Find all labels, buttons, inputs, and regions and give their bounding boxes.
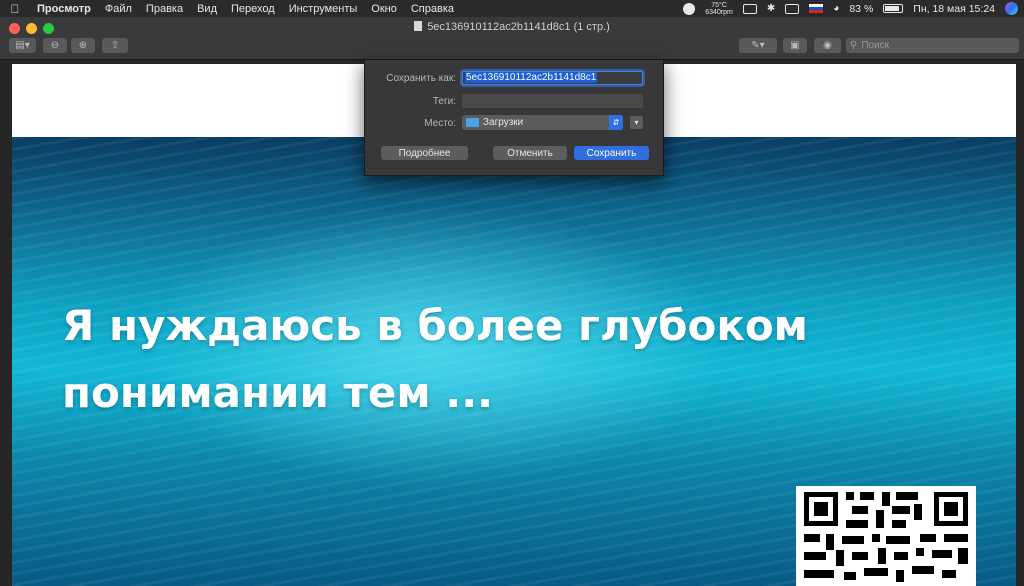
markup-pen-icon: ✎▾ bbox=[751, 40, 765, 51]
slide-heading-line-1: Я нуждаюсь в более глубоком bbox=[62, 301, 809, 350]
sidebar-icon: ▤▾ bbox=[15, 40, 30, 51]
battery-percent[interactable]: 83 % bbox=[849, 3, 873, 15]
location-select[interactable]: Загрузки ⇵ bbox=[462, 115, 623, 130]
menu-help[interactable]: Справка bbox=[404, 3, 461, 15]
chevron-down-icon: ▾ bbox=[634, 118, 639, 127]
menu-window[interactable]: Окно bbox=[364, 3, 404, 15]
menu-edit[interactable]: Правка bbox=[139, 3, 190, 15]
folder-icon bbox=[466, 118, 479, 127]
temperature-text: 75°C bbox=[711, 1, 727, 9]
expand-dialog-button[interactable]: ▾ bbox=[630, 116, 643, 129]
sensor-readout[interactable]: 75°C 6340rpm bbox=[705, 2, 733, 16]
input-source-flag-icon[interactable] bbox=[809, 3, 824, 14]
clock[interactable]: Пн, 18 мая 15:24 bbox=[913, 3, 995, 15]
share-button[interactable]: ⇧ bbox=[102, 38, 128, 53]
menu-view[interactable]: Вид bbox=[190, 3, 224, 15]
tags-input[interactable] bbox=[462, 94, 643, 108]
siri-icon[interactable] bbox=[1005, 2, 1018, 15]
share-icon: ⇧ bbox=[110, 40, 120, 51]
search-icon: ⚲ bbox=[850, 40, 858, 51]
status-area: 75°C 6340rpm ✱ ◕ 83 % Пн, 18 мая 15:24 bbox=[683, 0, 1018, 17]
location-label: Место: bbox=[424, 118, 456, 129]
wifi-icon[interactable]: ◕ bbox=[833, 3, 839, 14]
toolbox-icon: ▣ bbox=[790, 40, 800, 51]
markup-button[interactable]: ✎▾ bbox=[739, 38, 777, 53]
search-placeholder: Поиск bbox=[861, 40, 890, 51]
window-toolbar: 5ec136910112ac2b1141d8c1 (1 стр.) ▤▾ ⊖ ⊕… bbox=[0, 17, 1024, 60]
fan-speed-text: 6340rpm bbox=[705, 8, 733, 16]
battery-icon[interactable] bbox=[883, 4, 904, 13]
bluetooth-icon[interactable]: ✱ bbox=[767, 3, 775, 14]
tags-label: Теги: bbox=[432, 96, 456, 107]
details-button[interactable]: Подробнее bbox=[381, 146, 468, 160]
save-dialog: Сохранить как: 5ec136910112ac2b1141d8c1 … bbox=[364, 60, 664, 176]
location-value: Загрузки bbox=[483, 117, 524, 128]
window-title-text: 5ec136910112ac2b1141d8c1 (1 стр.) bbox=[427, 21, 610, 33]
save-button[interactable]: Сохранить bbox=[574, 146, 649, 160]
toolbox-button[interactable]: ▣ bbox=[783, 38, 807, 53]
save-as-input[interactable]: 5ec136910112ac2b1141d8c1 bbox=[462, 71, 643, 85]
annotate-button[interactable]: ◉ bbox=[814, 38, 841, 53]
qr-code-icon bbox=[796, 486, 976, 586]
slide-heading: Я нуждаюсь в более глубоком понимании те… bbox=[62, 292, 882, 426]
slide-heading-line-2: понимании тем ... bbox=[62, 368, 494, 417]
status-app-icon[interactable] bbox=[683, 2, 696, 15]
menu-tools[interactable]: Инструменты bbox=[282, 3, 365, 15]
chevron-updown-icon: ⇵ bbox=[609, 115, 623, 130]
annotate-icon: ◉ bbox=[823, 40, 832, 51]
zoom-out-button[interactable]: ⊖ bbox=[43, 38, 67, 53]
zoom-in-button[interactable]: ⊕ bbox=[71, 38, 95, 53]
menu-bar:  Просмотр Файл Правка Вид Переход Инстр… bbox=[0, 0, 1024, 17]
cancel-button[interactable]: Отменить bbox=[493, 146, 567, 160]
keyboard-icon[interactable] bbox=[785, 3, 800, 14]
document-icon bbox=[414, 21, 423, 31]
zoom-out-icon: ⊖ bbox=[50, 40, 60, 51]
save-as-value: 5ec136910112ac2b1141d8c1 bbox=[465, 72, 598, 83]
sidebar-toggle-button[interactable]: ▤▾ bbox=[9, 38, 36, 53]
menu-app-name[interactable]: Просмотр bbox=[30, 3, 98, 15]
menu-go[interactable]: Переход bbox=[224, 3, 282, 15]
airplay-icon[interactable] bbox=[742, 3, 757, 14]
save-as-label: Сохранить как: bbox=[386, 73, 456, 84]
menu-file[interactable]: Файл bbox=[98, 3, 139, 15]
apple-icon[interactable]:  bbox=[0, 2, 30, 16]
window-title: 5ec136910112ac2b1141d8c1 (1 стр.) bbox=[0, 21, 1024, 33]
search-field[interactable]: ⚲ Поиск bbox=[846, 38, 1019, 53]
zoom-in-icon: ⊕ bbox=[78, 40, 88, 51]
